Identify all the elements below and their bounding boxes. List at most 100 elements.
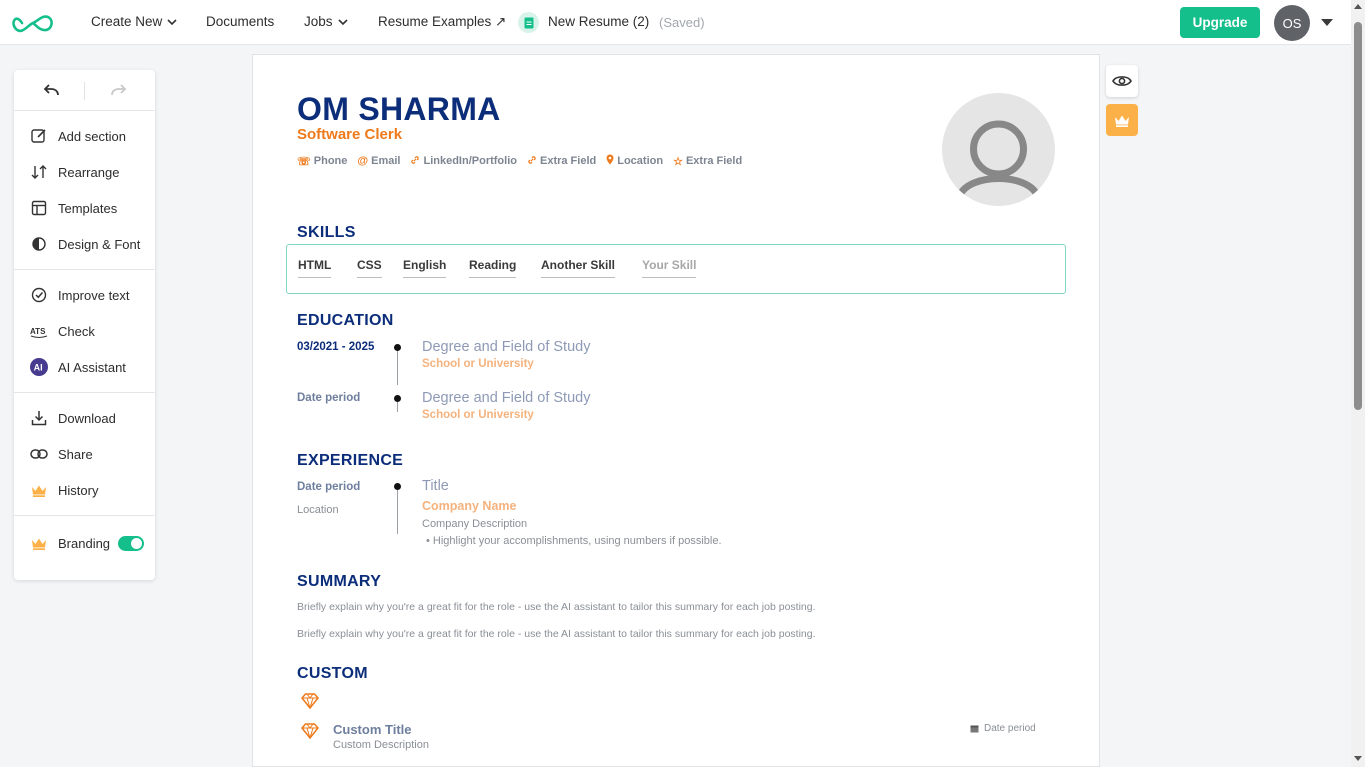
templates-button[interactable]: Templates: [14, 190, 155, 226]
contact-email[interactable]: @ Email: [357, 154, 400, 168]
templates-icon: [30, 199, 48, 217]
ai-icon: AI: [30, 358, 48, 376]
create-new-menu[interactable]: Create New: [91, 14, 177, 29]
skills-section[interactable]: HTML CSS English Reading Another Skill Y…: [286, 244, 1066, 294]
document-name[interactable]: New Resume (2): [548, 14, 649, 29]
premium-button[interactable]: [1106, 104, 1138, 136]
contact-extra-field-2[interactable]: ☆ Extra Field: [673, 154, 742, 168]
skill-placeholder[interactable]: Your Skill: [642, 258, 697, 278]
timeline-line: [397, 490, 398, 534]
scroll-thumb[interactable]: [1354, 22, 1362, 410]
upgrade-button[interactable]: Upgrade: [1180, 7, 1260, 38]
skill-tag[interactable]: Reading: [469, 258, 517, 278]
experience-heading[interactable]: EXPERIENCE: [297, 452, 403, 470]
contact-linkedin[interactable]: LinkedIn/Portfolio: [410, 154, 517, 168]
skill-tag[interactable]: CSS: [357, 258, 382, 278]
ai-assistant-button[interactable]: AI AI Assistant: [14, 349, 155, 385]
document-name-label: New Resume (2): [548, 14, 650, 29]
skill-tag[interactable]: English: [403, 258, 447, 278]
eye-icon: [1112, 76, 1132, 86]
history-button[interactable]: History: [14, 472, 155, 508]
resume-name[interactable]: OM SHARMA: [297, 91, 501, 128]
rearrange-label: Rearrange: [58, 164, 120, 180]
bullet-text: Highlight your accomplishments, using nu…: [432, 535, 722, 547]
preview-button[interactable]: [1106, 65, 1138, 97]
education-date[interactable]: Date period: [297, 392, 360, 404]
branding-label: Branding: [58, 535, 111, 551]
diamond-icon: [301, 723, 319, 739]
download-button[interactable]: Download: [14, 400, 155, 436]
skill-tag[interactable]: HTML: [298, 258, 332, 278]
branding-row[interactable]: Branding: [14, 525, 155, 561]
timeline-dot: [394, 395, 401, 402]
design-font-button[interactable]: Design & Font: [14, 226, 155, 262]
logo-icon[interactable]: [12, 11, 54, 35]
contact-extra-field[interactable]: Extra Field: [527, 154, 596, 168]
skill-tag[interactable]: Another Skill: [541, 258, 616, 278]
rearrange-button[interactable]: Rearrange: [14, 154, 155, 190]
crown-icon: [1115, 115, 1129, 127]
contact-label: Extra Field: [685, 155, 743, 167]
page-scrollbar[interactable]: [1351, 0, 1365, 767]
design-font-label: Design & Font: [58, 236, 141, 252]
experience-title[interactable]: Title: [422, 478, 449, 494]
education-heading[interactable]: EDUCATION: [297, 312, 394, 330]
contact-label: Phone: [313, 155, 348, 167]
add-section-button[interactable]: Add section: [14, 118, 155, 154]
ats-check-button[interactable]: ATS Check: [14, 313, 155, 349]
improve-text-button[interactable]: Improve text: [14, 277, 155, 313]
user-silhouette-icon: [956, 120, 1041, 199]
resume-page: OM SHARMA Software Clerk ☏ Phone @ Email…: [252, 54, 1100, 767]
add-section-label: Add section: [58, 128, 126, 144]
resume-examples-link[interactable]: Resume Examples ↗: [378, 14, 506, 30]
experience-bullet[interactable]: • Highlight your accomplishments, using …: [426, 535, 722, 547]
jobs-menu[interactable]: Jobs: [304, 14, 348, 29]
education-school[interactable]: School or University: [422, 409, 534, 421]
education-school[interactable]: School or University: [422, 358, 534, 370]
custom-entry-title[interactable]: Custom Title: [333, 722, 412, 737]
education-degree[interactable]: Degree and Field of Study: [422, 339, 590, 355]
experience-description[interactable]: Company Description: [422, 518, 527, 530]
skills-heading[interactable]: SKILLS: [297, 224, 356, 242]
summary-heading[interactable]: SUMMARY: [297, 573, 381, 591]
save-status: (Saved): [659, 15, 705, 30]
experience-location[interactable]: Location: [297, 504, 339, 516]
resume-job-title[interactable]: Software Clerk: [297, 126, 402, 143]
branding-toggle[interactable]: [118, 535, 145, 551]
undo-icon[interactable]: [42, 83, 62, 99]
top-navbar: Create New Documents Jobs Resume Example…: [0, 0, 1351, 45]
education-date[interactable]: 03/2021 - 2025: [297, 341, 374, 353]
divider: [84, 82, 85, 100]
timeline-dot: [394, 483, 401, 490]
create-new-label: Create New: [91, 14, 163, 29]
documents-link[interactable]: Documents: [206, 14, 274, 29]
custom-entry-date[interactable]: Date period: [970, 723, 1036, 734]
scroll-up-arrow-icon[interactable]: [1354, 4, 1362, 9]
redo-icon[interactable]: [108, 83, 128, 99]
share-button[interactable]: Share: [14, 436, 155, 472]
documents-label: Documents: [206, 14, 275, 29]
avatar[interactable]: OS: [1274, 5, 1310, 41]
crown-icon: [30, 534, 48, 552]
profile-photo-placeholder[interactable]: [942, 93, 1055, 206]
experience-date[interactable]: Date period: [297, 481, 360, 493]
summary-text[interactable]: Briefly explain why you're a great fit f…: [297, 628, 816, 640]
location-pin-icon: [606, 154, 614, 168]
scroll-down-arrow-icon[interactable]: [1354, 756, 1362, 761]
timeline-dot: [394, 344, 401, 351]
contact-location[interactable]: Location: [606, 154, 663, 168]
link-icon: [410, 155, 420, 168]
crown-icon: [30, 481, 48, 499]
experience-company[interactable]: Company Name: [422, 499, 516, 513]
education-degree[interactable]: Degree and Field of Study: [422, 390, 590, 406]
check-label: Check: [58, 323, 95, 339]
summary-text[interactable]: Briefly explain why you're a great fit f…: [297, 601, 816, 613]
contact-phone[interactable]: ☏ Phone: [297, 154, 347, 168]
contrast-icon: [30, 235, 48, 253]
account-caret-icon[interactable]: [1321, 19, 1333, 26]
custom-heading[interactable]: CUSTOM: [297, 665, 368, 683]
check-circle-icon: [30, 286, 48, 304]
diamond-icon[interactable]: [301, 693, 319, 709]
jobs-label: Jobs: [304, 14, 333, 29]
custom-entry-description[interactable]: Custom Description: [333, 739, 429, 751]
